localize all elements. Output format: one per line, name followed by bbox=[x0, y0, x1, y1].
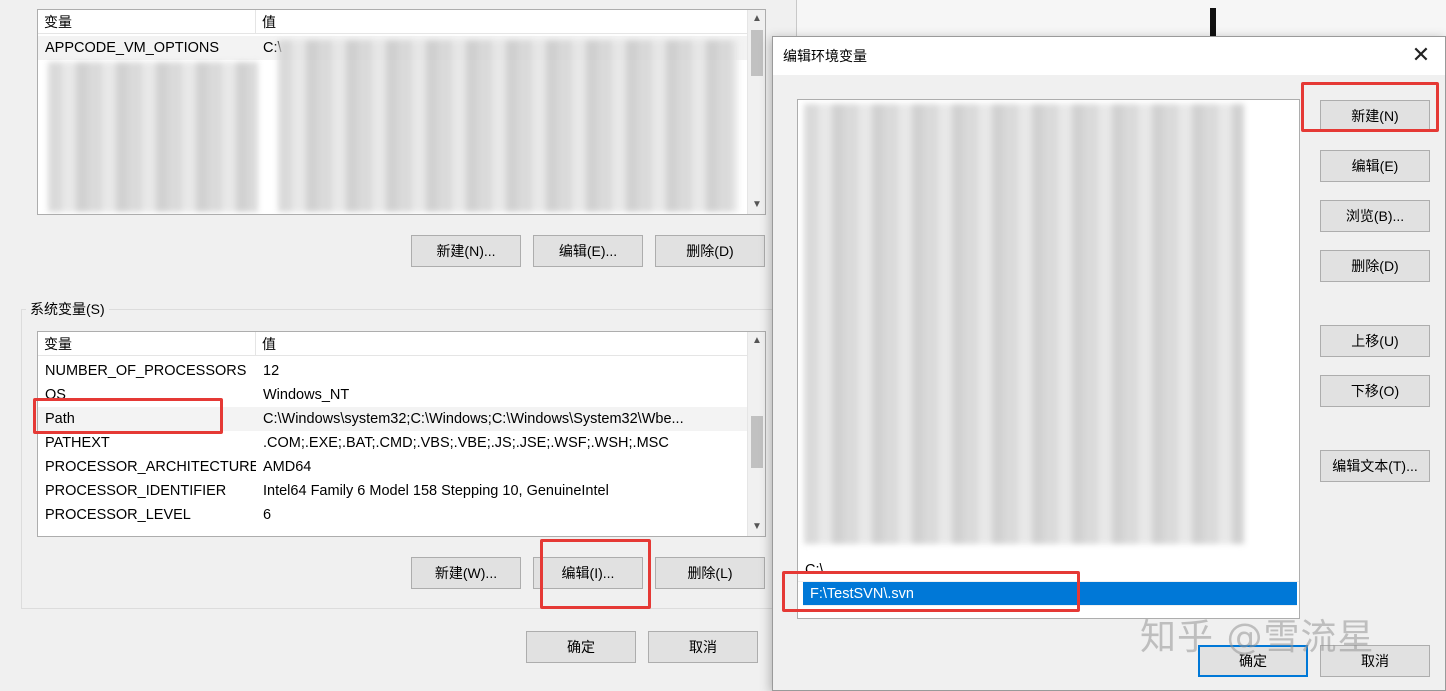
user-delete-button[interactable]: 删除(D) bbox=[655, 235, 765, 267]
variable-value: 6 bbox=[263, 507, 272, 523]
user-new-button[interactable]: 新建(N)... bbox=[411, 235, 521, 267]
scroll-up-icon[interactable]: ▲ bbox=[748, 10, 765, 28]
table-row[interactable]: NUMBER_OF_PROCESSORS 12 bbox=[38, 359, 747, 383]
variable-value: C:\Windows\system32;C:\Windows;C:\Window… bbox=[263, 411, 684, 427]
edit-entry-button[interactable]: 编辑(E) bbox=[1320, 150, 1430, 182]
path-entries-list[interactable]: C:\ F:\TestSVN\.svn bbox=[797, 99, 1300, 619]
system-variables-header: 变量 值 bbox=[38, 332, 747, 356]
variable-value: .COM;.EXE;.BAT;.CMD;.VBS;.VBE;.JS;.JSE;.… bbox=[263, 435, 669, 451]
table-row[interactable]: PROCESSOR_IDENTIFIER Intel64 Family 6 Mo… bbox=[38, 479, 747, 503]
scroll-down-icon[interactable]: ▼ bbox=[748, 196, 765, 214]
column-header-variable[interactable]: 变量 bbox=[38, 332, 256, 356]
scroll-up-icon[interactable]: ▲ bbox=[748, 332, 765, 350]
blurred-content bbox=[278, 40, 738, 212]
bg-ok-button[interactable]: 确定 bbox=[526, 631, 636, 663]
dialog-title: 编辑环境变量 bbox=[783, 48, 867, 64]
table-row[interactable]: PROCESSOR_LEVEL 6 bbox=[38, 503, 747, 527]
blurred-content bbox=[48, 62, 258, 212]
variable-value: 12 bbox=[263, 363, 280, 379]
variable-name: PATHEXT bbox=[45, 435, 110, 451]
environment-variables-dialog: 变量 值 APPCODE_VM_OPTIONS C:\ ▲ ▼ 新建(N)...… bbox=[0, 0, 797, 691]
bg-cancel-button[interactable]: 取消 bbox=[648, 631, 758, 663]
blurred-content bbox=[804, 104, 1244, 544]
variable-name: PROCESSOR_ARCHITECTURE bbox=[45, 459, 256, 475]
new-entry-button[interactable]: 新建(N) bbox=[1320, 100, 1430, 132]
scroll-thumb[interactable] bbox=[751, 30, 763, 76]
watermark: 知乎 @雪流星 bbox=[1140, 617, 1375, 658]
move-up-button[interactable]: 上移(U) bbox=[1320, 325, 1430, 357]
dialog-titlebar[interactable]: 编辑环境变量 ✕ bbox=[773, 37, 1445, 75]
scroll-thumb[interactable] bbox=[751, 416, 763, 468]
column-header-variable[interactable]: 变量 bbox=[38, 10, 256, 34]
variable-value: Windows_NT bbox=[263, 387, 350, 403]
background-window-strip bbox=[797, 0, 1446, 40]
edit-text-button[interactable]: 编辑文本(T)... bbox=[1320, 450, 1430, 482]
column-header-value[interactable]: 值 bbox=[256, 10, 276, 34]
variable-name: PROCESSOR_LEVEL bbox=[45, 507, 191, 523]
variable-name: PROCESSOR_IDENTIFIER bbox=[45, 483, 227, 499]
table-row[interactable]: PATHEXT .COM;.EXE;.BAT;.CMD;.VBS;.VBE;.J… bbox=[38, 431, 747, 455]
move-down-button[interactable]: 下移(O) bbox=[1320, 375, 1430, 407]
browse-button[interactable]: 浏览(B)... bbox=[1320, 200, 1430, 232]
table-row-path[interactable]: Path C:\Windows\system32;C:\Windows;C:\W… bbox=[38, 407, 747, 431]
system-new-button[interactable]: 新建(W)... bbox=[411, 557, 521, 589]
system-edit-button[interactable]: 编辑(I)... bbox=[533, 557, 643, 589]
path-entry[interactable]: C:\ bbox=[798, 558, 1299, 582]
variable-name: APPCODE_VM_OPTIONS bbox=[45, 40, 220, 56]
edit-environment-variable-dialog: 编辑环境变量 ✕ C:\ F:\TestSVN\.svn 新建(N) 编辑(E)… bbox=[772, 36, 1446, 691]
close-icon[interactable]: ✕ bbox=[1407, 41, 1435, 69]
variable-value: Intel64 Family 6 Model 158 Stepping 10, … bbox=[263, 483, 609, 499]
table-row[interactable]: PROCESSOR_ARCHITECTURE AMD64 bbox=[38, 455, 747, 479]
user-variables-header: 变量 值 bbox=[38, 10, 747, 34]
variable-value: AMD64 bbox=[263, 459, 312, 475]
variable-name: Path bbox=[45, 411, 75, 427]
variable-name: OS bbox=[45, 387, 66, 403]
column-header-value[interactable]: 值 bbox=[256, 332, 276, 356]
table-row[interactable]: OS Windows_NT bbox=[38, 383, 747, 407]
vertical-scrollbar[interactable]: ▲ ▼ bbox=[747, 10, 765, 214]
system-variables-label: 系统变量(S) bbox=[26, 300, 109, 318]
system-variables-list[interactable]: 变量 值 NUMBER_OF_PROCESSORS 12 OS Windows_… bbox=[37, 331, 766, 537]
user-edit-button[interactable]: 编辑(E)... bbox=[533, 235, 643, 267]
user-variables-list[interactable]: 变量 值 APPCODE_VM_OPTIONS C:\ ▲ ▼ bbox=[37, 9, 766, 215]
variable-name: NUMBER_OF_PROCESSORS bbox=[45, 363, 247, 379]
path-entry-selected[interactable]: F:\TestSVN\.svn bbox=[803, 582, 1297, 606]
vertical-scrollbar[interactable]: ▲ ▼ bbox=[747, 332, 765, 536]
system-delete-button[interactable]: 删除(L) bbox=[655, 557, 765, 589]
scroll-down-icon[interactable]: ▼ bbox=[748, 518, 765, 536]
delete-entry-button[interactable]: 删除(D) bbox=[1320, 250, 1430, 282]
